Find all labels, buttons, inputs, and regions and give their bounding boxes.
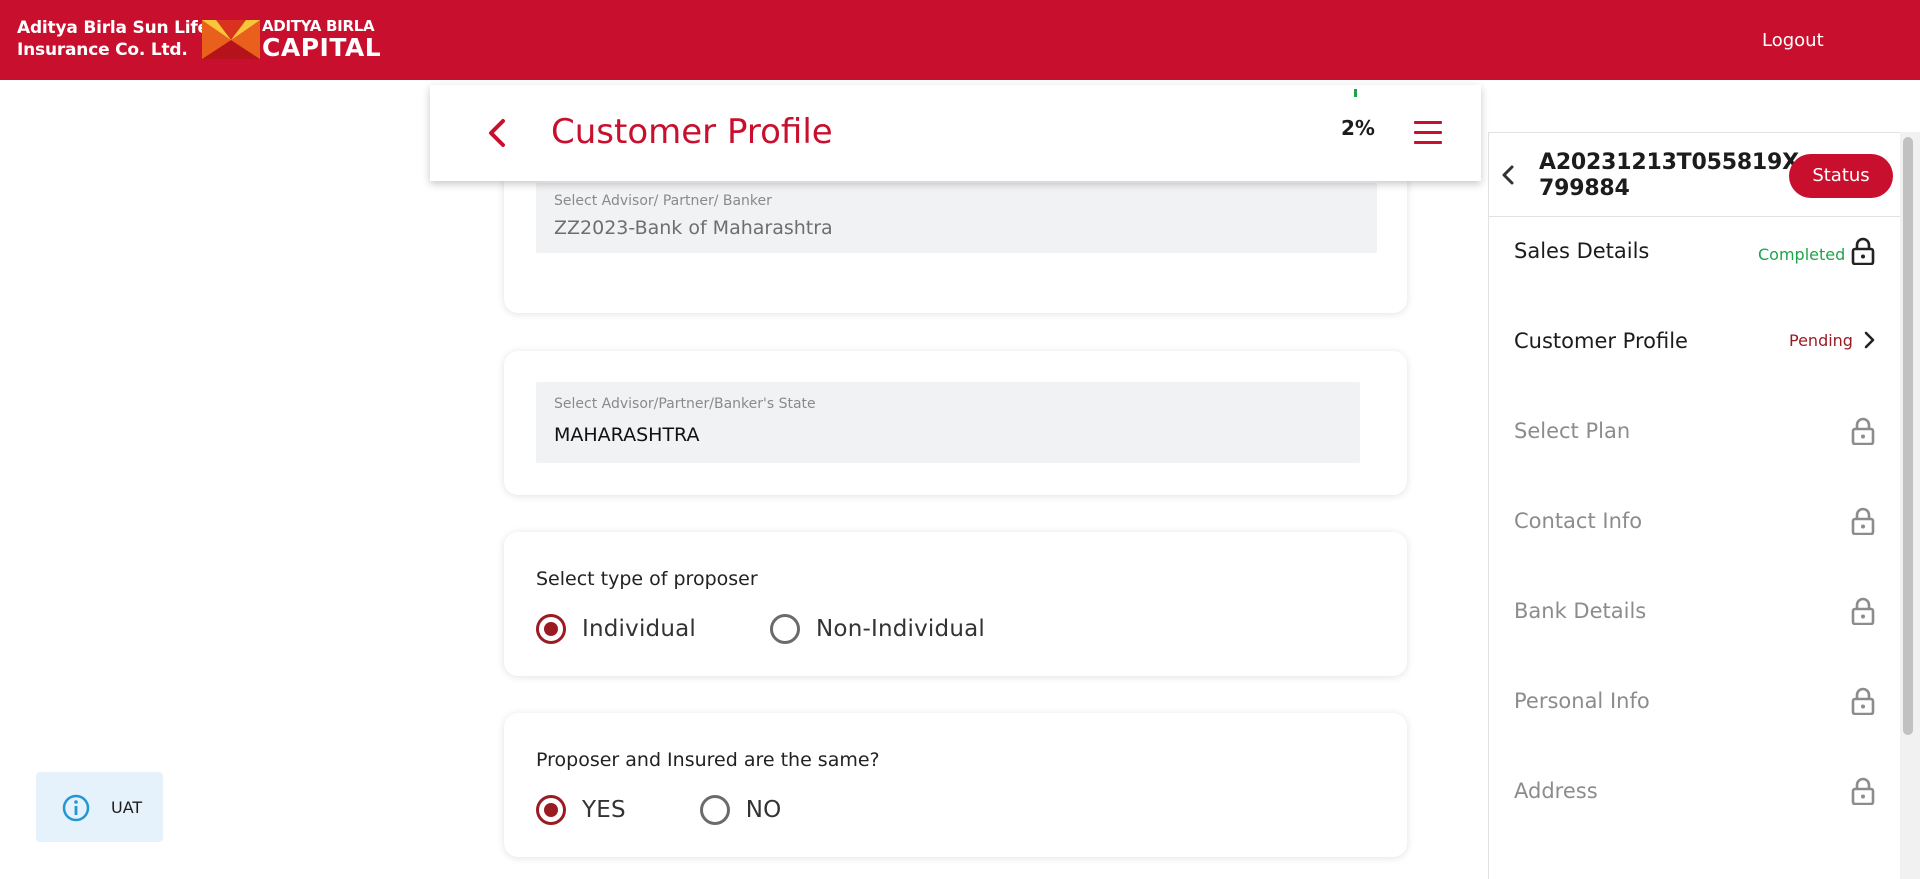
logo-line2: CAPITAL	[262, 33, 382, 62]
progress-percent: 2%	[1341, 116, 1375, 140]
radio-non-individual-label: Non-Individual	[816, 616, 985, 642]
radio-checked-icon	[536, 614, 566, 644]
advisor-state-value: MAHARASHTRA	[554, 424, 700, 446]
chevron-left-icon[interactable]	[1501, 164, 1515, 186]
lock-icon	[1851, 417, 1875, 445]
sidebar-item-label: Customer Profile	[1514, 329, 1688, 353]
radio-non-individual[interactable]: Non-Individual	[770, 614, 985, 644]
application-number: A20231213T055819X 799884	[1539, 150, 1799, 202]
sidebar-item-personal-info[interactable]: Personal Info	[1489, 667, 1901, 757]
advisor-state-field[interactable]: Select Advisor/Partner/Banker's State MA…	[536, 382, 1360, 463]
radio-no[interactable]: NO	[699, 795, 782, 825]
sidebar-item-label: Address	[1514, 779, 1598, 803]
progress-sidebar: A20231213T055819X 799884 Status Sales De…	[1488, 132, 1901, 879]
sidebar-header: A20231213T055819X 799884 Status	[1489, 133, 1901, 217]
application-number-line1: A20231213T055819X	[1539, 150, 1799, 175]
sidebar-item-contact-info[interactable]: Contact Info	[1489, 487, 1901, 577]
company-name-line1: Aditya Birla Sun Life	[17, 18, 209, 38]
chevron-right-icon	[1864, 331, 1875, 349]
sidebar-item-label: Sales Details	[1514, 239, 1650, 263]
chevron-left-icon[interactable]	[486, 118, 508, 148]
uat-label: UAT	[111, 798, 143, 817]
sidebar-item-customer-profile[interactable]: Customer Profile Pending	[1489, 307, 1901, 397]
lock-icon	[1851, 777, 1875, 805]
info-icon	[62, 794, 90, 822]
advisor-state-card: Select Advisor/Partner/Banker's State MA…	[504, 351, 1407, 495]
page-title-bar: Customer Profile 2%	[430, 85, 1481, 181]
radio-checked-icon	[536, 795, 566, 825]
company-name-line2: Insurance Co. Ltd.	[17, 40, 188, 60]
aditya-birla-capital-wordmark: ADITYA BIRLA CAPITAL	[262, 17, 382, 62]
top-header: Aditya Birla Sun Life Insurance Co. Ltd.…	[0, 0, 1920, 80]
aditya-birla-logo-icon	[202, 20, 260, 59]
sidebar-item-bank-details[interactable]: Bank Details	[1489, 577, 1901, 667]
sidebar-scrollbar-thumb[interactable]	[1903, 137, 1913, 735]
logo-line1: ADITYA BIRLA	[262, 17, 375, 35]
sidebar-item-select-plan[interactable]: Select Plan	[1489, 397, 1901, 487]
hamburger-menu-icon[interactable]	[1414, 121, 1442, 145]
sidebar-item-sales-details[interactable]: Sales Details Completed	[1489, 217, 1901, 307]
lock-icon	[1851, 237, 1875, 265]
proposer-type-radio-group: Individual Non-Individual	[536, 614, 985, 644]
same-insured-radio-group: YES NO	[536, 795, 782, 825]
progress-indicator	[1354, 89, 1357, 97]
sidebar-item-address[interactable]: Address	[1489, 757, 1901, 847]
same-insured-card: Proposer and Insured are the same? YES N…	[504, 713, 1407, 857]
sidebar-item-label: Contact Info	[1514, 509, 1643, 533]
radio-individual-label: Individual	[582, 616, 697, 642]
uat-badge: UAT	[36, 772, 163, 842]
advisor-select-field[interactable]: Select Advisor/ Partner/ Banker ZZ2023-B…	[536, 183, 1377, 253]
same-insured-question: Proposer and Insured are the same?	[536, 749, 880, 771]
logout-button[interactable]: Logout	[1762, 30, 1824, 51]
sidebar-item-label: Bank Details	[1514, 599, 1647, 623]
radio-yes-label: YES	[582, 797, 626, 823]
company-name: Aditya Birla Sun Life Insurance Co. Ltd.	[17, 17, 209, 61]
lock-icon	[1851, 507, 1875, 535]
radio-no-label: NO	[745, 797, 782, 823]
sidebar-item-status: Pending	[1789, 331, 1853, 350]
lock-icon	[1851, 597, 1875, 625]
sidebar-item-status: Completed	[1758, 245, 1846, 264]
radio-individual[interactable]: Individual	[536, 614, 696, 644]
sidebar-item-label: Personal Info	[1514, 689, 1650, 713]
radio-unchecked-icon	[699, 795, 730, 825]
status-button[interactable]: Status	[1789, 154, 1893, 198]
application-number-line2: 799884	[1539, 176, 1630, 201]
sidebar-item-label: Select Plan	[1514, 419, 1631, 443]
page-title: Customer Profile	[551, 112, 833, 152]
advisor-select-value: ZZ2023-Bank of Maharashtra	[554, 217, 833, 239]
radio-unchecked-icon	[770, 614, 801, 644]
proposer-type-card: Select type of proposer Individual Non-I…	[504, 532, 1407, 676]
radio-yes[interactable]: YES	[536, 795, 626, 825]
lock-icon	[1851, 687, 1875, 715]
advisor-state-label: Select Advisor/Partner/Banker's State	[554, 396, 816, 412]
advisor-select-label: Select Advisor/ Partner/ Banker	[554, 193, 772, 209]
proposer-type-question: Select type of proposer	[536, 568, 758, 590]
